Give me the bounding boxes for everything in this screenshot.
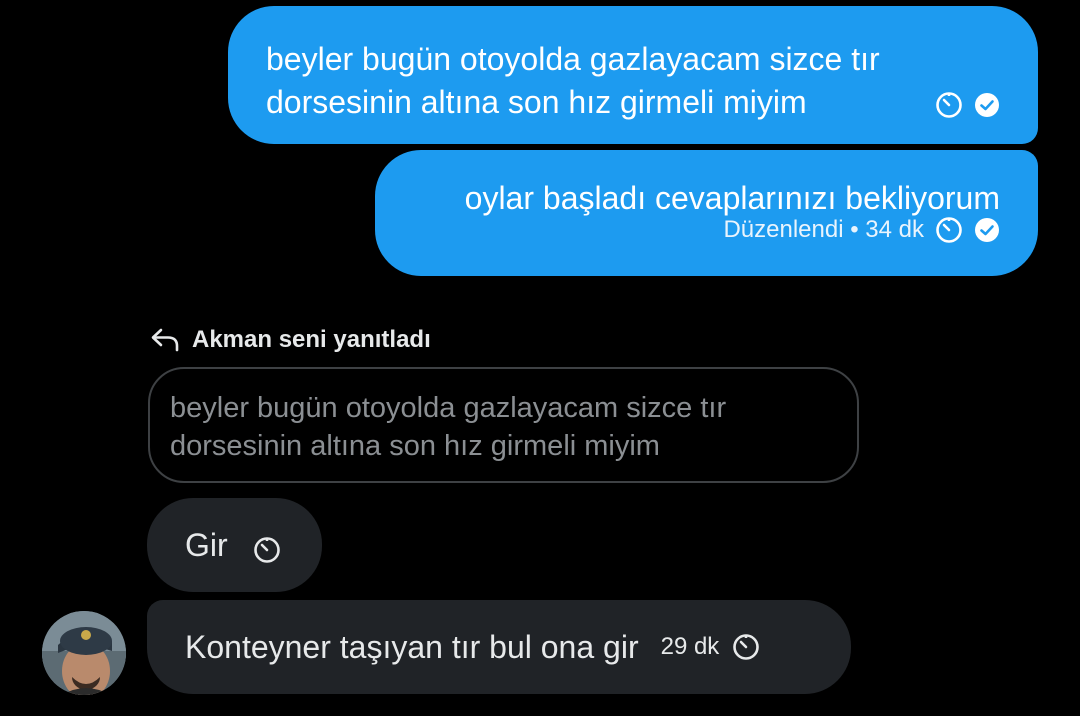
message-text: Gir [185,526,228,563]
check-icon [975,218,999,242]
message-meta [934,90,1000,120]
reply-header-label: Akman seni yanıtladı [192,326,431,353]
incoming-message-bubble[interactable]: Gir [147,498,322,592]
clock-icon [936,92,962,118]
outgoing-message-bubble[interactable]: beyler bugün otoyolda gazlayacam sizce t… [228,6,1038,144]
incoming-message-bubble[interactable]: Konteyner taşıyan tır bul ona gir 29 dk [147,600,851,694]
edited-time-label: Düzenlendi • 34 dk [723,216,924,243]
clock-icon [733,634,760,660]
message-meta: Düzenlendi • 34 dk [723,210,1000,250]
quoted-message[interactable]: beyler bugün otoyolda gazlayacam sizce t… [148,367,859,483]
reply-arrow-icon [151,328,179,352]
outgoing-message-bubble[interactable]: oylar başladı cevaplarınızı bekliyorum D… [375,150,1038,276]
quoted-text-line: dorsesinin altına son hız girmeli miyim [170,430,660,462]
message-text: Konteyner taşıyan tır bul ona gir [185,628,639,665]
clock-icon [253,537,280,563]
message-text-line: beyler bugün otoyolda gazlayacam sizce t… [266,41,880,77]
quoted-text-line: beyler bugün otoyolda gazlayacam sizce t… [170,392,727,424]
avatar[interactable] [42,611,126,695]
avatar-image [42,611,126,695]
reply-header: Akman seni yanıtladı [150,326,431,354]
check-icon [975,93,999,117]
message-text-line: dorsesinin altına son hız girmeli miyim [266,84,807,120]
message-time: 29 dk [660,633,720,660]
clock-icon [936,217,962,243]
